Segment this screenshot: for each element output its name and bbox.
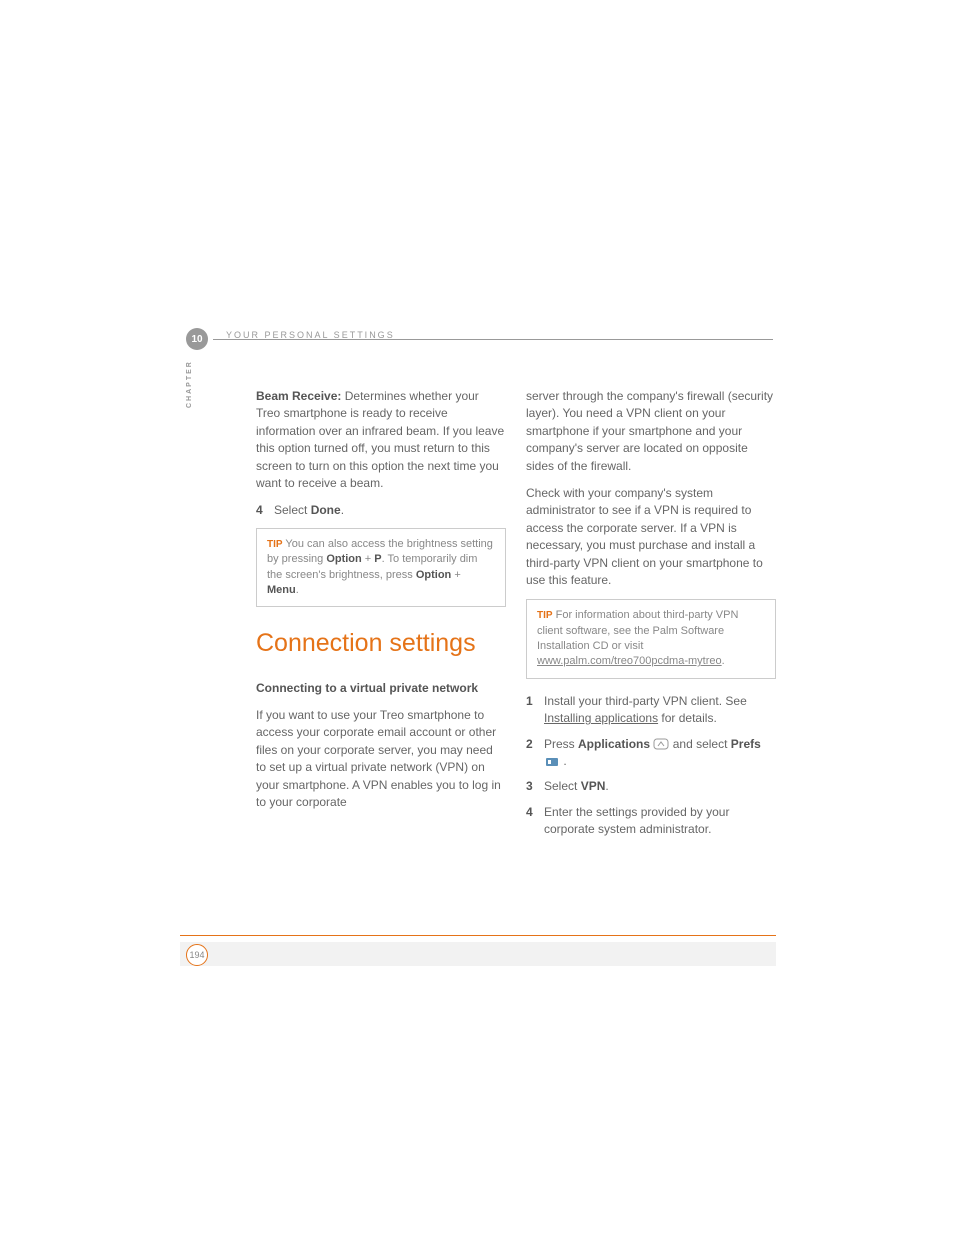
footer-band xyxy=(180,942,776,966)
vpn-label: VPN xyxy=(581,779,606,793)
s3-pre: Select xyxy=(544,779,581,793)
left-column: Beam Receive: Determines whether your Tr… xyxy=(256,388,506,847)
step-body: Press Applications and select Prefs . xyxy=(544,736,776,771)
subheading-vpn: Connecting to a virtual private network xyxy=(256,680,506,697)
step-body: Select Done. xyxy=(274,502,506,519)
tip-plus-2: + xyxy=(451,569,460,581)
step-number: 1 xyxy=(526,693,544,728)
applications-icon xyxy=(653,738,669,750)
applications-label: Applications xyxy=(578,737,650,751)
tip-box-vpn-software: TIP For information about third-party VP… xyxy=(526,599,776,679)
tip-plus-1: + xyxy=(362,553,375,565)
footer-rule xyxy=(180,935,776,936)
done-label: Done xyxy=(311,503,341,517)
tip-label: TIP xyxy=(267,539,283,550)
vpn-continuation: server through the company's firewall (s… xyxy=(526,388,776,475)
chapter-number: 10 xyxy=(191,334,202,345)
tip-menu-key: Menu xyxy=(267,584,296,596)
section-heading-connection: Connection settings xyxy=(256,625,506,661)
tip-p-key: P xyxy=(374,553,381,565)
s2-post: . xyxy=(560,754,567,768)
chapter-badge: 10 xyxy=(186,328,208,350)
s3-post: . xyxy=(605,779,608,793)
step-number: 4 xyxy=(526,804,544,839)
step-2: 2 Press Applications and select Prefs . xyxy=(526,736,776,771)
step-body: Select VPN. xyxy=(544,778,776,795)
step-body: Install your third-party VPN client. See… xyxy=(544,693,776,728)
page-number-badge: 194 xyxy=(186,944,208,966)
step-text-post: . xyxy=(341,503,344,517)
tip-text-3: . xyxy=(296,584,299,596)
step-number: 2 xyxy=(526,736,544,771)
tip-vpn-post: . xyxy=(722,655,725,667)
chapter-label: CHAPTER xyxy=(186,360,193,408)
palm-link[interactable]: www.palm.com/treo700pcdma-mytreo xyxy=(537,655,722,667)
tip-box-brightness: TIP You can also access the brightness s… xyxy=(256,528,506,608)
prefs-icon xyxy=(544,756,560,768)
vpn-intro-paragraph: If you want to use your Treo smartphone … xyxy=(256,707,506,811)
beam-receive-paragraph: Beam Receive: Determines whether your Tr… xyxy=(256,388,506,492)
tip-label: TIP xyxy=(537,610,553,621)
step-number: 3 xyxy=(526,778,544,795)
tip-option-1: Option xyxy=(326,553,361,565)
tip-option-2: Option xyxy=(416,569,451,581)
s2-mid: and select xyxy=(673,737,731,751)
step-4: 4 Enter the settings provided by your co… xyxy=(526,804,776,839)
right-column: server through the company's firewall (s… xyxy=(526,388,776,847)
content-area: Beam Receive: Determines whether your Tr… xyxy=(256,388,776,847)
step-number: 4 xyxy=(256,502,274,519)
s1-pre: Install your third-party VPN client. See xyxy=(544,694,747,708)
installing-apps-link[interactable]: Installing applications xyxy=(544,711,658,725)
tip-vpn-text: For information about third-party VPN cl… xyxy=(537,609,738,652)
prefs-label: Prefs xyxy=(731,737,761,751)
vpn-check-paragraph: Check with your company's system adminis… xyxy=(526,485,776,589)
step-body: Enter the settings provided by your corp… xyxy=(544,804,776,839)
s1-post: for details. xyxy=(658,711,717,725)
beam-receive-label: Beam Receive: xyxy=(256,389,341,403)
step-text-pre: Select xyxy=(274,503,311,517)
beam-receive-text: Determines whether your Treo smartphone … xyxy=(256,389,504,490)
step-1: 1 Install your third-party VPN client. S… xyxy=(526,693,776,728)
header-rule xyxy=(213,339,773,340)
page-number: 194 xyxy=(189,950,204,960)
s2-pre: Press xyxy=(544,737,578,751)
step-3: 3 Select VPN. xyxy=(526,778,776,795)
step-4: 4 Select Done. xyxy=(256,502,506,519)
